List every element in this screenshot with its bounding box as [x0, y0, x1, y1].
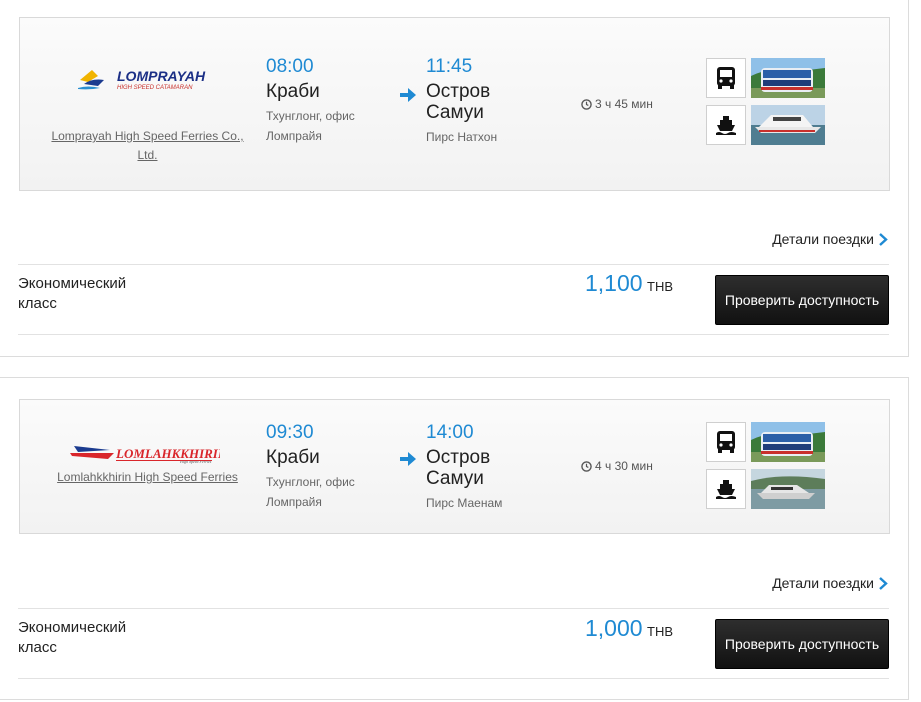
trip-details-label: Детали поездки [772, 575, 874, 591]
clock-icon [581, 460, 592, 472]
check-availability-button[interactable]: Проверить доступность [715, 275, 889, 325]
fare-price: 1,000 [585, 615, 643, 641]
arrival-block: 11:45 Остров Самуи Пирс Натхон [426, 56, 546, 147]
duration-text: 3 ч 45 мин [595, 97, 653, 111]
ferry-icon [706, 105, 746, 145]
arrival-city: Остров Самуи [426, 447, 491, 489]
clock-icon [581, 98, 592, 110]
departure-block: 09:30 Краби Тхунглонг, офис Ломпрайя [266, 422, 386, 512]
bus-icon [706, 422, 746, 462]
ferry-icon [706, 469, 746, 509]
ferry-photo [751, 105, 825, 145]
operator-logo: LOMPRAYAH HIGH SPEED CATAMARAN [78, 68, 206, 91]
chevron-right-icon [879, 232, 888, 246]
divider [18, 334, 889, 335]
fare-class: Экономический класс [18, 275, 127, 312]
trip-duration: 4 ч 30 мин [581, 459, 653, 473]
arrival-place: Пирс Натхон [426, 130, 498, 144]
trip-details-label: Детали поездки [772, 231, 874, 247]
fare-currency: THB [647, 624, 673, 639]
departure-time: 09:30 [266, 422, 314, 443]
arrival-time: 14:00 [426, 422, 474, 443]
divider [18, 264, 889, 265]
svg-text:LOMPRAYAH: LOMPRAYAH [117, 68, 206, 84]
departure-block: 08:00 Краби Тхунглонг, офис Ломпрайя [266, 56, 386, 146]
bus-photo [751, 422, 825, 462]
chevron-right-icon [879, 576, 888, 590]
svg-text:High Speed Ferries: High Speed Ferries [179, 459, 212, 464]
trip-card: LOMLAHKKHIRIN High Speed Ferries Lomlahk… [0, 377, 909, 700]
svg-text:HIGH SPEED CATAMARAN: HIGH SPEED CATAMARAN [117, 85, 193, 91]
check-availability-button[interactable]: Проверить доступность [715, 619, 889, 669]
fare-class: Экономический класс [18, 619, 127, 656]
arrival-city: Остров Самуи [426, 81, 491, 123]
departure-city: Краби [266, 81, 320, 102]
departure-time: 08:00 [266, 56, 314, 77]
trip-summary: LOMPRAYAH HIGH SPEED CATAMARAN Lomprayah… [19, 17, 890, 191]
departure-place: Тхунглонг, офис Ломпрайя [266, 475, 355, 509]
departure-place: Тхунглонг, офис Ломпрайя [266, 109, 355, 143]
departure-city: Краби [266, 447, 320, 468]
trip-summary: LOMLAHKKHIRIN High Speed Ferries Lomlahk… [19, 399, 890, 534]
divider [18, 608, 889, 609]
trip-card: LOMPRAYAH HIGH SPEED CATAMARAN Lomprayah… [0, 0, 909, 357]
operator-name-link[interactable]: Lomlahkkhirin High Speed Ferries [40, 468, 255, 487]
bus-icon [706, 58, 746, 98]
fare-price: 1,100 [585, 270, 643, 296]
ferry-photo [751, 469, 825, 509]
trip-details-link[interactable]: Детали поездки [772, 575, 888, 591]
trip-details-link[interactable]: Детали поездки [772, 231, 888, 247]
operator-logo: LOMLAHKKHIRIN High Speed Ferries [70, 446, 220, 464]
fare-currency: THB [647, 279, 673, 294]
operator-name-link[interactable]: Lomprayah High Speed Ferries Co., Ltd. [40, 127, 255, 165]
trip-duration: 3 ч 45 мин [581, 97, 653, 111]
duration-text: 4 ч 30 мин [595, 459, 653, 473]
divider [18, 678, 889, 679]
arrival-place: Пирс Маенам [426, 496, 503, 510]
arrival-time: 11:45 [426, 56, 473, 77]
bus-photo [751, 58, 825, 98]
arrow-right-icon [400, 452, 416, 466]
arrow-right-icon [400, 88, 416, 102]
arrival-block: 14:00 Остров Самуи Пирс Маенам [426, 422, 546, 513]
